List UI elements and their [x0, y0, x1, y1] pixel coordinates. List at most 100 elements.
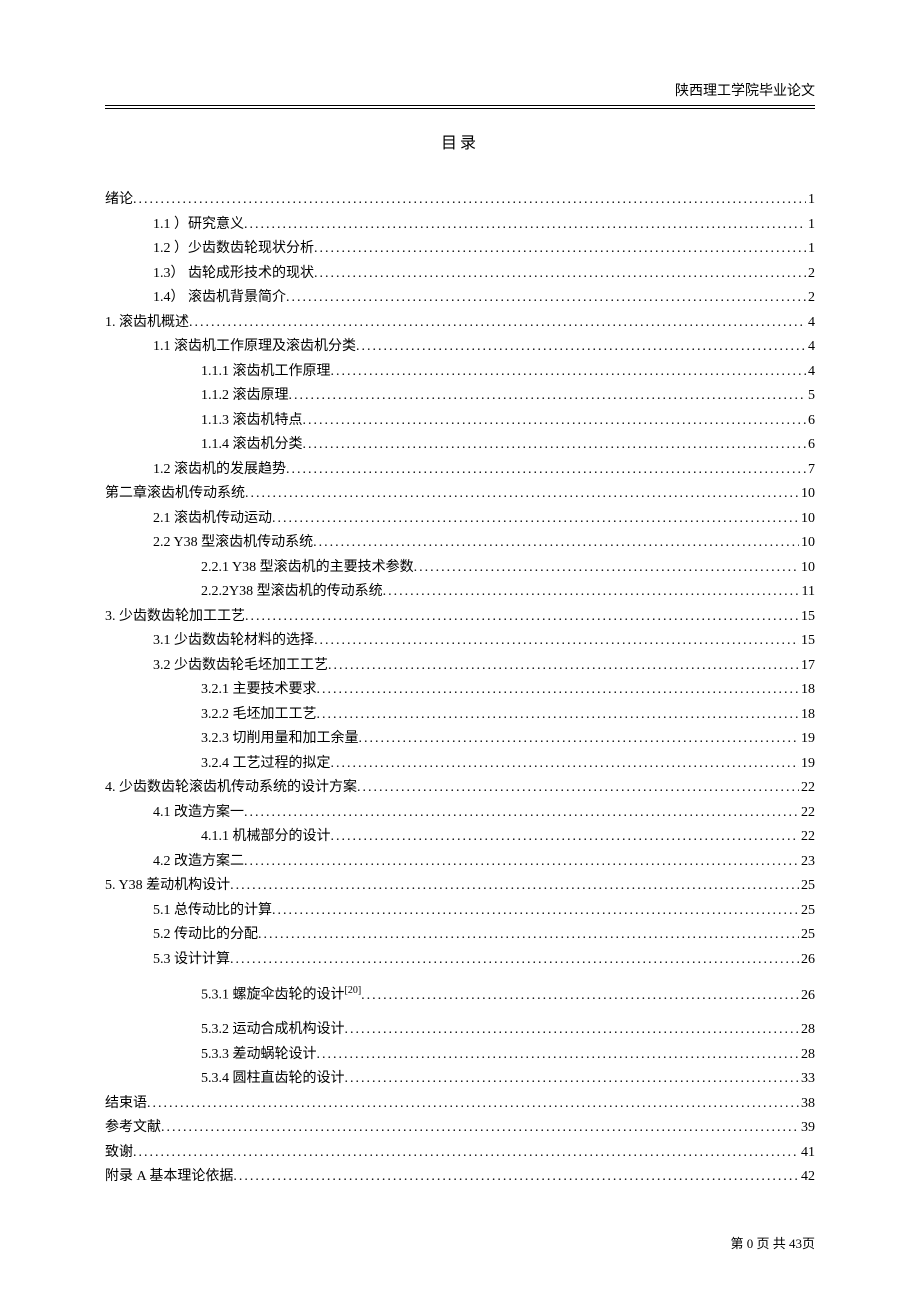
toc-entry-page: 19: [799, 727, 815, 752]
toc-leader-dots: [245, 482, 799, 507]
toc-leader-dots: [233, 1165, 799, 1190]
toc-entry-text: 3.2 少齿数齿轮毛坯加工工艺: [153, 654, 328, 679]
toc-leader-dots: [272, 507, 799, 532]
toc-entry-page: 22: [799, 825, 815, 850]
toc-entry-page: 23: [799, 850, 815, 875]
toc-entry-text: 2.1 滚齿机传动运动: [153, 507, 272, 532]
toc-leader-dots: [328, 654, 799, 679]
toc-entry-text: 3.1 少齿数齿轮材料的选择: [153, 629, 314, 654]
toc-leader-dots: [356, 335, 806, 360]
toc-entry: 1.1.4 滚齿机分类6: [105, 433, 815, 458]
toc-entry-page: 15: [799, 605, 815, 630]
toc-leader-dots: [303, 433, 807, 458]
toc-entry-page: 39: [799, 1116, 815, 1141]
footer-mid: 页 共: [756, 1236, 785, 1251]
toc-entry-text: 2.2.2Y38 型滚齿机的传动系统: [201, 580, 383, 605]
header-divider: [105, 108, 815, 109]
toc-entry: 5.3.3 差动蜗轮设计28: [105, 1043, 815, 1068]
toc-entry: 4.1 改造方案一 22: [105, 801, 815, 826]
toc-entry: 3. 少齿数齿轮加工工艺 15: [105, 605, 815, 630]
toc-leader-dots: [314, 262, 806, 287]
toc-entry-text: 3.2.4 工艺过程的拟定: [201, 752, 331, 777]
toc-entry-page: 2: [806, 286, 815, 311]
toc-entry-page: 22: [799, 776, 815, 801]
toc-entry-page: 18: [799, 678, 815, 703]
toc-entry-page: 18: [799, 703, 815, 728]
toc-leader-dots: [286, 458, 806, 483]
toc-leader-dots: [258, 923, 799, 948]
page-footer: 第 0 页 共 43页: [730, 1233, 815, 1252]
toc-entry-page: 11: [800, 580, 815, 605]
toc-entry-text: 3. 少齿数齿轮加工工艺: [105, 605, 245, 630]
toc-entry: 1.2 ）少齿数齿轮现状分析1: [105, 237, 815, 262]
toc-entry: 4.1.1 机械部分的设计 22: [105, 825, 815, 850]
toc-entry-page: 10: [799, 507, 815, 532]
toc-entry-text: 1.2 滚齿机的发展趋势: [153, 458, 286, 483]
toc-entry-page: 15: [799, 629, 815, 654]
toc-entry: 5.1 总传动比的计算25: [105, 899, 815, 924]
toc-entry-text: 4.2 改造方案二: [153, 850, 244, 875]
toc-entry-page: 10: [799, 556, 815, 581]
toc-leader-dots: [230, 948, 799, 973]
toc-entry-text: 1.1.4 滚齿机分类: [201, 433, 303, 458]
toc-entry-text: 5.3.1 螺旋伞齿轮的设计[20]: [201, 982, 361, 1008]
toc-leader-dots: [357, 776, 799, 801]
toc-entry: 1.1.2 滚齿原理5: [105, 384, 815, 409]
toc-entry-text: 1.1 滚齿机工作原理及滚齿机分类: [153, 335, 356, 360]
toc-entry-page: 25: [799, 874, 815, 899]
toc-leader-dots: [189, 311, 806, 336]
toc-entry-text: 1.1.3 滚齿机特点: [201, 409, 303, 434]
toc-entry: 5.3.2 运动合成机构设计28: [105, 1018, 815, 1043]
toc-entry-page: 1: [806, 237, 815, 262]
toc-entry-text: 3.2.2 毛坯加工工艺: [201, 703, 317, 728]
toc-leader-dots: [244, 850, 799, 875]
toc-entry-page: 10: [799, 531, 815, 556]
toc-leader-dots: [359, 727, 800, 752]
toc-leader-dots: [161, 1116, 799, 1141]
toc-leader-dots: [286, 286, 806, 311]
toc-entry-page: 22: [799, 801, 815, 826]
toc-leader-dots: [314, 629, 799, 654]
footer-prefix: 第: [730, 1236, 743, 1251]
toc-entry-page: 1: [806, 188, 815, 213]
toc-leader-dots: [314, 237, 806, 262]
toc-entry-text: 第二章滚齿机传动系统: [105, 482, 245, 507]
toc-entry: 3.2.4 工艺过程的拟定19: [105, 752, 815, 777]
toc-entry: 3.2.2 毛坯加工工艺 18: [105, 703, 815, 728]
toc-entry-text: 1.1 ）研究意义: [153, 213, 244, 238]
toc-entry-superscript: [20]: [345, 985, 362, 996]
toc-leader-dots: [272, 899, 799, 924]
toc-entry: 3.1 少齿数齿轮材料的选择 15: [105, 629, 815, 654]
toc-leader-dots: [230, 874, 799, 899]
toc-entry: 1.1 滚齿机工作原理及滚齿机分类4: [105, 335, 815, 360]
toc-leader-dots: [331, 825, 800, 850]
toc-entry: 4. 少齿数齿轮滚齿机传动系统的设计方案 22: [105, 776, 815, 801]
toc-entry-page: 28: [799, 1018, 815, 1043]
toc-entry-text: 4. 少齿数齿轮滚齿机传动系统的设计方案: [105, 776, 357, 801]
toc-entry-page: 42: [799, 1165, 815, 1190]
toc-entry-page: 41: [799, 1141, 815, 1166]
toc-entry-page: 28: [799, 1043, 815, 1068]
toc-entry-text: 5. Y38 差动机构设计: [105, 874, 230, 899]
table-of-contents: 绪论11.1 ）研究意义11.2 ）少齿数齿轮现状分析11.3） 齿轮成形技术的…: [105, 188, 815, 1190]
toc-entry-text: 3.2.3 切削用量和加工余量: [201, 727, 359, 752]
toc-entry: 3.2 少齿数齿轮毛坯加工工艺17: [105, 654, 815, 679]
toc-entry-text: 2.2.1 Y38 型滚齿机的主要技术参数: [201, 556, 414, 581]
toc-leader-dots: [345, 1067, 800, 1092]
toc-leader-dots: [317, 678, 800, 703]
toc-entry-text: 4.1.1 机械部分的设计: [201, 825, 331, 850]
toc-leader-dots: [133, 1141, 799, 1166]
toc-entry-text: 1.1.2 滚齿原理: [201, 384, 289, 409]
toc-entry: 绪论 1: [105, 188, 815, 213]
toc-entry: 结束语38: [105, 1092, 815, 1117]
toc-entry-page: 6: [806, 409, 815, 434]
toc-entry-text: 4.1 改造方案一: [153, 801, 244, 826]
toc-leader-dots: [317, 703, 800, 728]
toc-entry-text: 绪论: [105, 188, 133, 213]
toc-entry: 1.3） 齿轮成形技术的现状2: [105, 262, 815, 287]
toc-entry-text: 1.4） 滚齿机背景简介: [153, 286, 286, 311]
toc-entry-text: 1.3） 齿轮成形技术的现状: [153, 262, 314, 287]
toc-leader-dots: [414, 556, 799, 581]
toc-entry: 2.2.1 Y38 型滚齿机的主要技术参数 10: [105, 556, 815, 581]
toc-entry-page: 10: [799, 482, 815, 507]
